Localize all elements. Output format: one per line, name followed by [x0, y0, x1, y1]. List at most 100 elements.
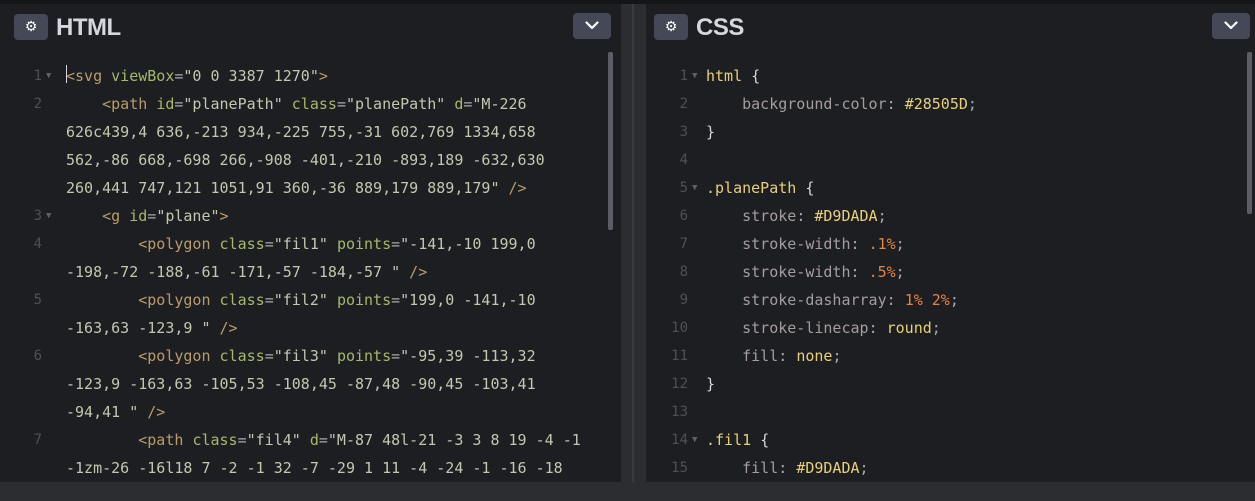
code-line[interactable]: 7 <path class="fil4" d="M-87 48l-21 -3 3… [0, 426, 600, 454]
code-line[interactable]: 4 <polygon class="fil1" points="-141,-10… [0, 230, 600, 258]
code-line[interactable]: 2 <path id="planePath" class="planePath"… [0, 90, 600, 118]
code-token: fill [742, 459, 779, 477]
html-code-editor[interactable]: 1 ▼ <svg viewBox="0 0 3387 1270"> 2 <path i… [0, 52, 621, 482]
code-token: html [706, 67, 752, 85]
code-token: = [237, 431, 247, 449]
code-line[interactable]: 12} [646, 370, 1246, 398]
code-line[interactable]: -123,9 -163,63 -105,53 -108,45 -87,48 -9… [0, 370, 600, 398]
code-token: "199,0 -141,-10 [400, 291, 536, 309]
code-text: fill: #D9DADA; [706, 454, 868, 482]
code-token: : [868, 319, 887, 337]
code-line[interactable]: 6 <polygon class="fil3" points="-95,39 -… [0, 342, 600, 370]
code-line[interactable]: 9 stroke-dasharray: 1% 2%; [646, 286, 1246, 314]
code-line[interactable]: 626c439,4 636,-213 934,-225 755,-31 602,… [0, 118, 600, 146]
line-number: 1 [33, 68, 42, 84]
chevron-down-icon [1224, 21, 1238, 30]
code-line[interactable]: 15 fill: #D9DADA; [646, 454, 1246, 482]
fold-arrow-icon[interactable]: ▼ [692, 426, 697, 454]
code-token: -198,-72 -188,-61 -171,-57 -184,-57 " [66, 263, 410, 281]
code-token: .planePath [706, 179, 806, 197]
code-line[interactable]: 5 <polygon class="fil2" points="199,0 -1… [0, 286, 600, 314]
code-token: .1% [868, 235, 896, 253]
fold-arrow-icon[interactable]: ▼ [692, 62, 697, 90]
code-token: stroke-linecap [742, 319, 869, 337]
code-line[interactable]: 8 stroke-width: .5%; [646, 258, 1246, 286]
html-settings-button[interactable]: ⚙ [14, 14, 48, 40]
panel-resize-divider[interactable] [621, 4, 646, 482]
code-text: <polygon class="fil3" points="-95,39 -11… [66, 342, 535, 370]
code-line[interactable]: -198,-72 -188,-61 -171,-57 -184,-57 " /> [0, 258, 600, 286]
code-text: -1zm-26 -16l18 7 -2 -1 32 -7 -29 1 11 -4… [66, 454, 563, 482]
css-panel-header: ⚙ CSS [646, 4, 1255, 50]
code-line[interactable]: 1 ▼ html { [646, 62, 1246, 90]
code-token: = [264, 291, 274, 309]
code-line[interactable]: -1zm-26 -16l18 7 -2 -1 32 -7 -29 1 11 -4… [0, 454, 600, 482]
html-scrollbar-thumb[interactable] [608, 52, 613, 230]
code-token: points [336, 235, 392, 253]
code-token: : [778, 459, 797, 477]
chevron-down-icon [585, 21, 599, 30]
code-token: { [760, 431, 770, 449]
fold-arrow-icon[interactable]: ▼ [46, 62, 51, 90]
code-line[interactable]: 10 stroke-linecap: round; [646, 314, 1246, 342]
html-panel-title: HTML [56, 14, 121, 41]
code-token: "plane" [156, 207, 220, 225]
line-number: 12 [671, 376, 688, 392]
code-token: : [778, 347, 797, 365]
code-line[interactable]: 562,-86 668,-698 266,-908 -401,-210 -893… [0, 146, 600, 174]
code-text: 626c439,4 636,-213 934,-225 755,-31 602,… [66, 118, 536, 146]
code-text: -163,63 -123,9 " /> [66, 314, 238, 342]
code-line[interactable]: 4 [646, 146, 1246, 174]
code-line[interactable]: 13 [646, 398, 1246, 426]
code-token: } [706, 123, 716, 141]
code-line[interactable]: 14 ▼ .fil1 { [646, 426, 1246, 454]
code-line[interactable]: 5 ▼ .planePath { [646, 174, 1246, 202]
code-line[interactable]: 7 stroke-width: .1%; [646, 230, 1246, 258]
line-number: 7 [679, 236, 688, 252]
code-token: <polygon [138, 235, 220, 253]
html-collapse-button[interactable] [573, 13, 611, 39]
css-collapse-button[interactable] [1212, 13, 1250, 39]
code-text: } [706, 370, 715, 398]
code-token: "fil2" [273, 291, 337, 309]
code-line[interactable]: 3 ▼ <g id="plane"> [0, 202, 600, 230]
code-token: points [336, 291, 392, 309]
code-token: .5% [868, 263, 896, 281]
code-token: "planePath" [183, 95, 292, 113]
fold-arrow-icon[interactable]: ▼ [46, 202, 51, 230]
line-number: 15 [671, 460, 688, 476]
fold-arrow-icon[interactable]: ▼ [692, 174, 697, 202]
code-line[interactable]: 11 fill: none; [646, 342, 1246, 370]
code-token: ; [931, 319, 941, 337]
code-token: 1% 2% [904, 291, 950, 309]
code-token: "0 0 3387 1270" [183, 67, 319, 85]
code-line[interactable]: -163,63 -123,9 " /> [0, 314, 600, 342]
code-token: "fil1" [273, 235, 337, 253]
code-line[interactable]: 3} [646, 118, 1246, 146]
line-number: 7 [33, 432, 42, 448]
css-scrollbar-thumb[interactable] [1247, 52, 1252, 214]
css-settings-button[interactable]: ⚙ [654, 14, 688, 40]
code-line[interactable]: 6 stroke: #D9DADA; [646, 202, 1246, 230]
code-line[interactable]: 260,441 747,121 1051,91 360,-36 889,179 … [0, 174, 600, 202]
code-text: stroke: #D9DADA; [706, 202, 887, 230]
code-token: <g [102, 207, 130, 225]
code-token: > [219, 207, 229, 225]
line-number: 13 [671, 404, 688, 420]
code-text: stroke-dasharray: 1% 2%; [706, 286, 959, 314]
code-line[interactable]: 2 background-color: #28505D; [646, 90, 1246, 118]
code-token: : [886, 95, 905, 113]
css-code-editor[interactable]: 1 ▼ html {2 background-color: #28505D; 3} 4 5… [646, 52, 1255, 482]
code-token: -94,41 " [66, 403, 148, 421]
line-number: 5 [679, 180, 688, 196]
bottom-bar [0, 482, 1255, 501]
html-editor-panel: ⚙ HTML 1 ▼ <svg viewBox="0 0 3387 1270"> 2 … [0, 4, 621, 482]
line-number: 8 [679, 264, 688, 280]
gear-icon: ⚙ [24, 19, 38, 35]
code-text: fill: none; [706, 342, 841, 370]
code-token: ; [832, 347, 842, 365]
code-text: stroke-width: .5%; [706, 258, 905, 286]
code-line[interactable]: 1 ▼ <svg viewBox="0 0 3387 1270"> [0, 62, 600, 90]
code-token: none [796, 347, 833, 365]
code-line[interactable]: -94,41 " /> [0, 398, 600, 426]
